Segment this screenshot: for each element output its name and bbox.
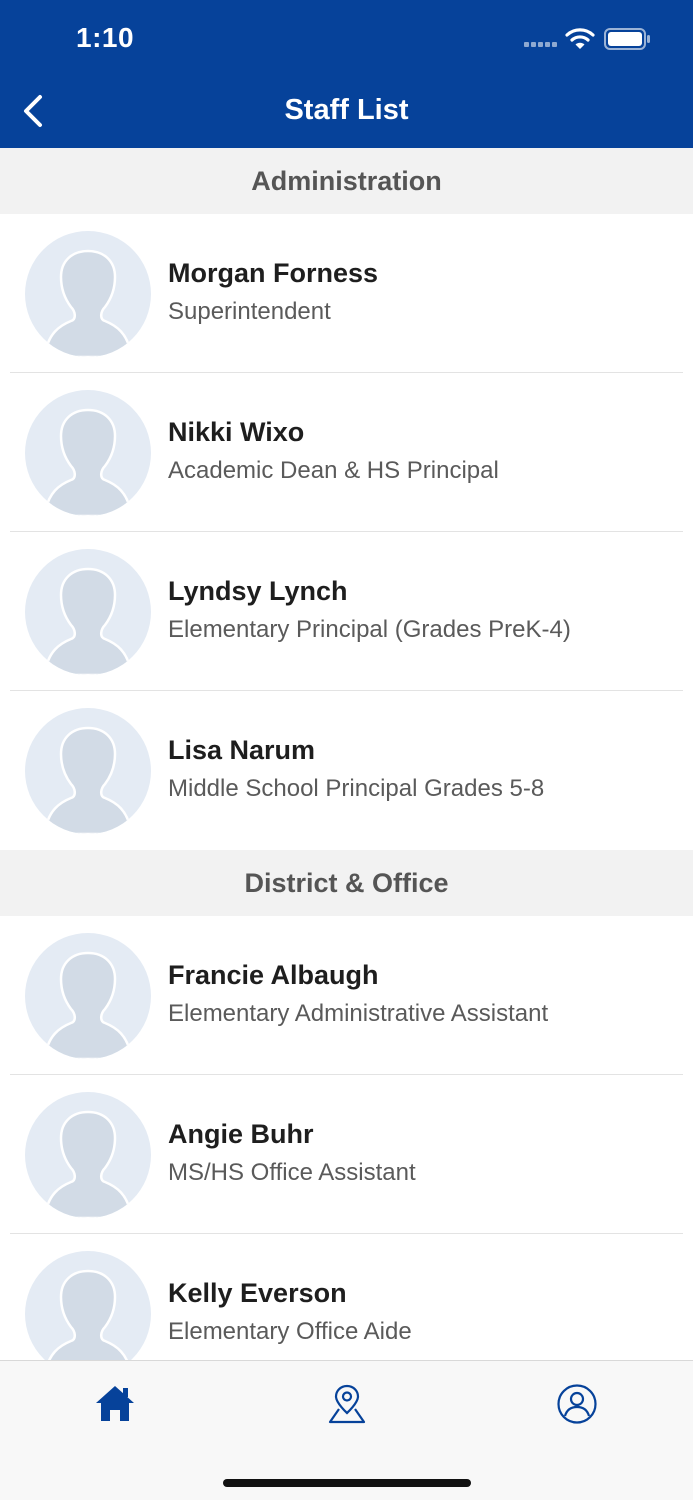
home-indicator — [223, 1479, 471, 1487]
staff-name: Nikki Wixo — [168, 417, 305, 447]
avatar — [25, 1251, 151, 1360]
wifi-icon — [565, 27, 595, 51]
staff-name: Morgan Forness — [168, 258, 379, 288]
staff-title: Middle School Principal Grades 5-8 — [168, 775, 545, 802]
person-placeholder-icon — [43, 1110, 133, 1218]
staff-row[interactable]: Morgan Forness Superintendent — [0, 214, 693, 373]
status-time: 1:10 — [76, 22, 135, 53]
staff-title: Elementary Office Aide — [168, 1318, 412, 1345]
status-bar: 1:10 — [0, 0, 693, 80]
battery-icon — [604, 28, 650, 50]
staff-title: Superintendent — [168, 298, 331, 325]
tab-home[interactable] — [93, 1383, 137, 1425]
tab-locations[interactable] — [325, 1383, 369, 1425]
staff-title: MS/HS Office Assistant — [168, 1159, 416, 1186]
person-placeholder-icon — [48, 1269, 128, 1360]
map-pin-icon — [328, 1384, 366, 1424]
tab-profile[interactable] — [555, 1383, 599, 1425]
home-icon — [96, 1386, 134, 1421]
staff-row[interactable]: Francie Albaugh Elementary Administrative… — [0, 916, 693, 1075]
section-header: Administration — [0, 148, 693, 214]
staff-row[interactable]: Nikki Wixo Academic Dean & HS Principal — [0, 373, 693, 532]
staff-name: Lyndsy Lynch — [168, 576, 348, 606]
navigation-bar: Staff List — [0, 80, 693, 148]
avatar — [25, 231, 151, 357]
avatar — [25, 933, 151, 1059]
staff-name: Francie Albaugh — [168, 960, 379, 990]
staff-row[interactable]: Angie Buhr MS/HS Office Assistant — [0, 1075, 693, 1234]
person-placeholder-icon — [43, 249, 133, 357]
staff-row[interactable]: Lyndsy Lynch Elementary Principal (Grades… — [0, 532, 693, 691]
staff-title: Academic Dean & HS Principal — [168, 457, 499, 484]
app-header: 1:10 Staff List — [0, 0, 693, 148]
page-title: Staff List — [284, 94, 409, 126]
staff-title: Elementary Principal (Grades PreK-4) — [168, 616, 571, 643]
staff-title: Elementary Administrative Assistant — [168, 1000, 549, 1027]
staff-row[interactable]: Kelly Everson Elementary Office Aide — [0, 1234, 693, 1360]
staff-name: Kelly Everson — [168, 1278, 347, 1308]
staff-name: Lisa Narum — [168, 735, 316, 765]
avatar — [25, 549, 151, 675]
staff-row[interactable]: Lisa Narum Middle School Principal Grades… — [0, 691, 693, 850]
avatar — [25, 1092, 151, 1218]
tab-bar — [0, 1360, 693, 1500]
staff-list[interactable]: Administration Morgan Forness Superintende… — [0, 148, 693, 1360]
person-placeholder-icon — [43, 726, 133, 834]
user-profile-icon — [557, 1384, 597, 1424]
staff-name: Angie Buhr — [168, 1119, 314, 1149]
person-placeholder-icon — [43, 408, 133, 516]
avatar — [25, 708, 151, 834]
avatar — [25, 390, 151, 516]
cellular-signal-icon — [524, 42, 558, 48]
section-header: District & Office — [0, 850, 693, 916]
person-placeholder-icon — [43, 951, 133, 1059]
person-placeholder-icon — [43, 567, 133, 675]
